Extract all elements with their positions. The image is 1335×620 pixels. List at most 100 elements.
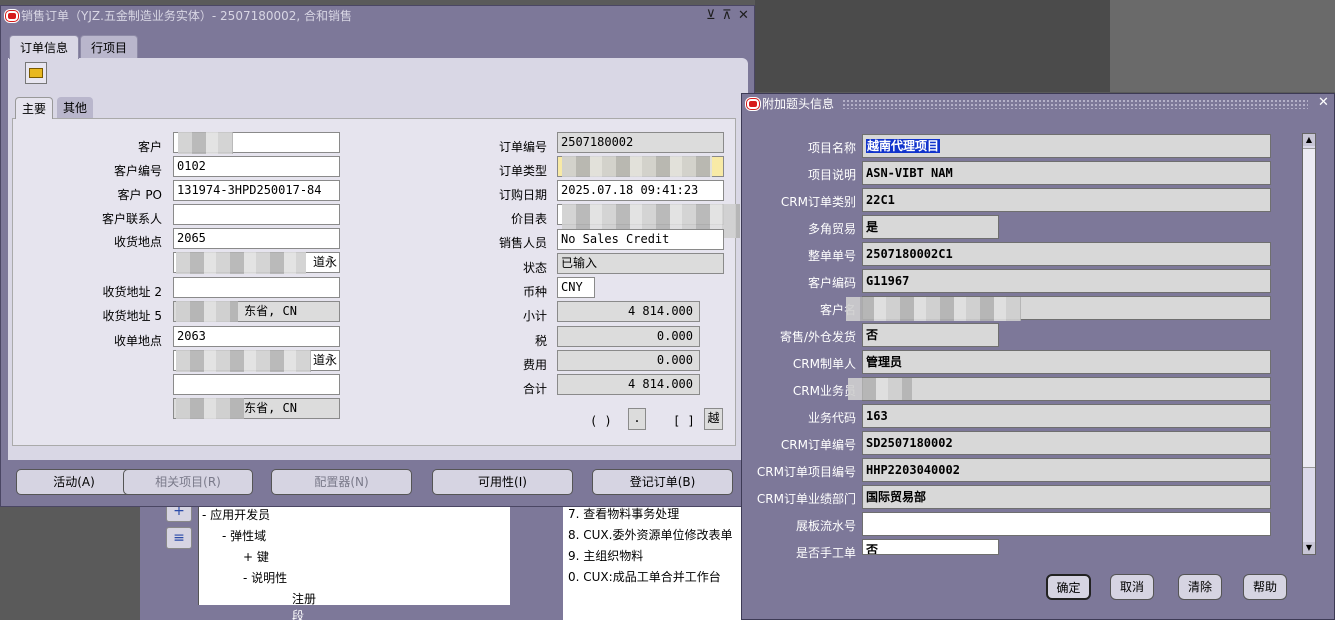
redacted-ship-address	[176, 252, 306, 274]
configurator-button[interactable]: 配置器(N)	[271, 469, 412, 495]
label-currency: 币种	[522, 285, 547, 299]
bill-addr-field[interactable]	[173, 374, 340, 395]
display-serial-field[interactable]	[862, 512, 1271, 536]
tab-other[interactable]: 其他	[57, 97, 94, 119]
project-name-field[interactable]: 越南代理项目	[862, 134, 1271, 158]
clear-button[interactable]: 清除	[1178, 574, 1222, 600]
label-status: 状态	[522, 261, 547, 275]
oracle-icon	[4, 9, 20, 23]
label-crm-order-category: CRM订单类别	[780, 195, 856, 209]
order-no-field[interactable]: 2507180002	[557, 132, 724, 153]
label-order-no: 订单编号	[498, 140, 547, 154]
label-ship-addr5: 收货地址 5	[102, 309, 162, 323]
label-subtotal: 小计	[522, 309, 547, 323]
order-number-field[interactable]: 2507180002C1	[862, 242, 1271, 266]
related-items-button[interactable]: 相关项目(R)	[123, 469, 253, 495]
label-crm-creator: CRM制单人	[792, 357, 856, 371]
tree-item[interactable]: - 弹性域	[222, 527, 266, 544]
redacted-ship-addr5	[176, 301, 238, 322]
triangular-trade-field[interactable]: 是	[862, 215, 999, 239]
bracket-indicator: [ ]	[673, 414, 695, 428]
order-date-field[interactable]: 2025.07.18 09:41:23	[557, 180, 724, 201]
window-title: 销售订单（YJZ.五金制造业务实体）- 2507180002, 合和销售	[1, 6, 754, 26]
label-business-code: 业务代码	[807, 411, 856, 425]
label-ship-to: 收货地点	[113, 235, 162, 249]
help-button[interactable]: 帮助	[1243, 574, 1287, 600]
label-total: 合计	[522, 382, 547, 396]
close-icon[interactable]: ✕	[1318, 95, 1329, 110]
tree-item[interactable]: - 应用开发员	[202, 506, 270, 523]
crm-order-category-field[interactable]: 22C1	[862, 188, 1271, 212]
crm-order-project-no-field[interactable]: HHP2203040002	[862, 458, 1271, 482]
collapse-icon: ≡	[173, 530, 185, 546]
customer-code-field[interactable]: G11967	[862, 269, 1271, 293]
label-customer: 客户	[137, 140, 162, 154]
redacted-bill-prov	[176, 398, 244, 419]
status-field[interactable]: 已输入	[557, 253, 724, 274]
label-crm-salesperson: CRM业务员	[792, 384, 856, 398]
tree-item[interactable]: 注册	[292, 590, 316, 607]
tab-order-info[interactable]: 订单信息	[9, 35, 80, 59]
customer-po-field[interactable]: 131974-3HPD250017-84	[173, 180, 340, 201]
total-field[interactable]: 4 814.000	[557, 374, 700, 395]
label-display-serial: 展板流水号	[795, 519, 856, 533]
charges-field[interactable]: 0.000	[557, 350, 700, 371]
contact-field[interactable]	[173, 204, 340, 225]
label-order-date: 订购日期	[498, 188, 547, 202]
availability-button[interactable]: 可用性(I)	[432, 469, 573, 495]
subtotal-field[interactable]: 4 814.000	[557, 301, 700, 322]
label-charges: 费用	[522, 358, 547, 372]
scroll-up-icon[interactable]: ▲	[1303, 134, 1315, 146]
crm-salesperson-field[interactable]	[862, 377, 1271, 401]
label-project-desc: 项目说明	[807, 168, 856, 182]
close-icon[interactable]: ✕	[738, 7, 749, 25]
dialog-scrollbar[interactable]: ▲ ▼	[1302, 133, 1316, 555]
scroll-down-icon[interactable]: ▼	[1303, 542, 1315, 554]
crm-order-no-field[interactable]: SD2507180002	[862, 431, 1271, 455]
manual-order-field[interactable]: 否	[862, 539, 999, 555]
list-item[interactable]: 8. CUX.委外资源单位修改表单	[568, 526, 732, 543]
list-item[interactable]: 7. 查看物料事务处理	[568, 505, 679, 522]
tree-selection	[198, 605, 510, 620]
list-item[interactable]: 9. 主组织物料	[568, 547, 643, 564]
crm-creator-field[interactable]: 管理员	[862, 350, 1271, 374]
tab-line-items[interactable]: 行项目	[80, 35, 139, 59]
bill-to-field[interactable]: 2063	[173, 326, 340, 347]
business-code-field[interactable]: 163	[862, 404, 1271, 428]
ship-addr2-field[interactable]	[173, 277, 340, 298]
ok-button[interactable]: 确定	[1046, 574, 1091, 600]
currency-field[interactable]: CNY	[557, 277, 595, 298]
label-contact: 客户联系人	[101, 212, 162, 226]
tax-field[interactable]: 0.000	[557, 326, 700, 347]
tab-main[interactable]: 主要	[15, 97, 54, 119]
label-crm-order-no: CRM订单编号	[780, 438, 856, 452]
label-triangular-trade: 多角贸易	[807, 222, 856, 236]
salesperson-field[interactable]: No Sales Credit	[557, 229, 724, 250]
collapse-button[interactable]: ≡	[166, 527, 192, 549]
label-ship-addr2: 收货地址 2	[102, 285, 162, 299]
tree-item[interactable]: + 键	[243, 548, 269, 565]
redacted-customer-name	[846, 297, 1021, 321]
consignment-field[interactable]: 否	[862, 323, 999, 347]
ship-to-field[interactable]: 2065	[173, 228, 340, 249]
desktop-background-strip	[1110, 0, 1335, 92]
tree-item[interactable]: - 说明性	[243, 569, 287, 586]
scroll-thumb[interactable]	[1303, 148, 1315, 468]
folder-button[interactable]	[25, 62, 47, 84]
label-project-name: 项目名称	[807, 141, 856, 155]
project-desc-field[interactable]: ASN-VIBT NAM	[862, 161, 1271, 185]
list-item[interactable]: 0. CUX:成品工单合并工作台	[568, 568, 721, 585]
label-bill-to: 收单地点	[113, 334, 162, 348]
customer-no-field[interactable]: 0102	[173, 156, 340, 177]
crm-department-field[interactable]: 国际贸易部	[862, 485, 1271, 509]
paren-indicator: ( )	[590, 414, 612, 428]
dot-field[interactable]: .	[628, 408, 646, 430]
minimize-icon[interactable]: ⊻	[706, 7, 716, 25]
maximize-icon[interactable]: ⊼	[722, 7, 732, 25]
tree-item-selected[interactable]: 段	[292, 607, 304, 620]
actions-button[interactable]: 活动(A)	[16, 469, 132, 495]
yue-field[interactable]: 越	[704, 408, 723, 430]
book-order-button[interactable]: 登记订单(B)	[592, 469, 733, 495]
cancel-button[interactable]: 取消	[1110, 574, 1154, 600]
oracle-icon	[745, 97, 761, 111]
